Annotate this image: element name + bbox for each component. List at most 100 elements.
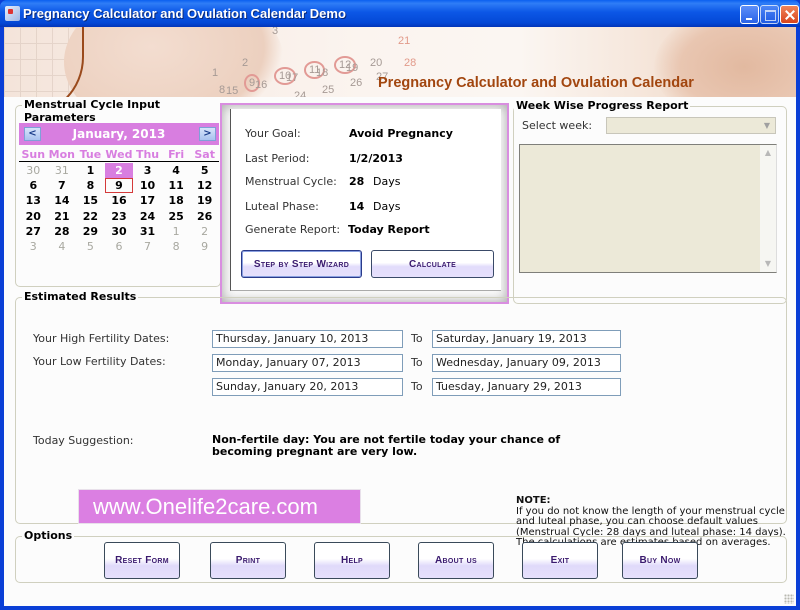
calendar-day[interactable]: 1 bbox=[162, 224, 191, 239]
select-week-dropdown[interactable]: ▼ bbox=[606, 117, 776, 134]
calendar-day[interactable]: 9 bbox=[190, 239, 219, 254]
calendar-day[interactable]: 31 bbox=[133, 224, 162, 239]
banner-number: 8 bbox=[219, 84, 226, 96]
calendar-day[interactable]: 7 bbox=[133, 239, 162, 254]
calendar-day[interactable]: 18 bbox=[162, 193, 191, 208]
cycle-label: Menstrual Cycle: bbox=[245, 175, 337, 188]
calendar-day[interactable]: 23 bbox=[105, 209, 134, 224]
to-label: To bbox=[411, 380, 423, 393]
week-report-textarea[interactable]: ▲ ▼ bbox=[519, 144, 777, 273]
prev-month-icon[interactable]: < bbox=[24, 127, 41, 141]
help-button[interactable]: Help bbox=[314, 542, 390, 579]
cycle-value: 28 bbox=[349, 175, 365, 188]
banner-curve-decor bbox=[14, 27, 84, 97]
print-button[interactable]: Print bbox=[210, 542, 286, 579]
weekday-header: Tue bbox=[79, 148, 102, 161]
week-report-group: Week Wise Progress Report Select week: ▼… bbox=[513, 99, 787, 304]
next-month-icon[interactable]: > bbox=[199, 127, 216, 141]
banner-number: 2 bbox=[242, 57, 249, 69]
banner-number: 19 bbox=[346, 62, 359, 74]
cycle-row: Menstrual Cycle: 28 Days bbox=[245, 175, 400, 188]
weekday-header: Thu bbox=[135, 148, 160, 161]
calendar-day[interactable]: 15 bbox=[76, 193, 105, 208]
calendar-day[interactable]: 21 bbox=[48, 209, 77, 224]
high-fertility-from-field[interactable]: Thursday, January 10, 2013 bbox=[212, 330, 403, 348]
calendar-day[interactable]: 29 bbox=[76, 224, 105, 239]
exit-button[interactable]: Exit bbox=[522, 542, 598, 579]
chevron-down-icon[interactable]: ▼ bbox=[760, 119, 774, 132]
calendar-day[interactable]: 20 bbox=[19, 209, 48, 224]
options-group: Options Reset Form Print Help About us E… bbox=[15, 529, 787, 583]
calendar-day[interactable]: 14 bbox=[48, 193, 77, 208]
low-fertility-from-field-1[interactable]: Monday, January 07, 2013 bbox=[212, 354, 403, 372]
week-report-label: Week Wise Progress Report bbox=[514, 99, 691, 112]
calendar-week-row: 20 21 22 23 24 25 26 bbox=[19, 209, 219, 224]
last-period-row: Last Period: 1/2/2013 bbox=[245, 152, 403, 165]
calendar-day[interactable]: 31 bbox=[48, 163, 77, 178]
calendar-day[interactable]: 11 bbox=[162, 178, 191, 193]
estimated-results-group: Estimated Results Your High Fertility Da… bbox=[15, 290, 787, 548]
scroll-up-icon[interactable]: ▲ bbox=[761, 146, 775, 160]
calendar-day[interactable]: 6 bbox=[105, 239, 134, 254]
calendar-day[interactable]: 12 bbox=[190, 178, 219, 193]
calendar-day[interactable]: 8 bbox=[162, 239, 191, 254]
calendar-day[interactable]: 16 bbox=[105, 193, 134, 208]
calendar-day[interactable]: 3 bbox=[19, 239, 48, 254]
calculate-button[interactable]: Calculate bbox=[371, 250, 494, 278]
low-fertility-from-field-2[interactable]: Sunday, January 20, 2013 bbox=[212, 378, 403, 396]
calendar-day[interactable]: 1 bbox=[76, 163, 105, 178]
calendar-day[interactable]: 5 bbox=[190, 163, 219, 178]
close-button[interactable] bbox=[780, 5, 799, 24]
about-us-button[interactable]: About us bbox=[418, 542, 494, 579]
calendar-day[interactable]: 24 bbox=[133, 209, 162, 224]
calendar-day[interactable]: 10 bbox=[133, 178, 162, 193]
luteal-label: Luteal Phase: bbox=[245, 200, 319, 213]
calendar-day[interactable]: 22 bbox=[76, 209, 105, 224]
resize-grip[interactable] bbox=[784, 594, 794, 604]
week-report-scrollbar[interactable]: ▲ ▼ bbox=[760, 145, 776, 272]
calendar-day-selected[interactable]: 2 bbox=[104, 163, 134, 179]
cycle-unit: Days bbox=[373, 175, 401, 188]
calendar-day[interactable]: 2 bbox=[190, 224, 219, 239]
calendar-day[interactable]: 3 bbox=[133, 163, 162, 178]
calendar-day[interactable]: 5 bbox=[76, 239, 105, 254]
calendar-day[interactable]: 27 bbox=[19, 224, 48, 239]
low-fertility-to-field-1[interactable]: Wednesday, January 09, 2013 bbox=[432, 354, 621, 372]
calendar-day[interactable]: 4 bbox=[48, 239, 77, 254]
calendar-day[interactable]: 30 bbox=[105, 224, 134, 239]
calendar: January, 2013 < > Sun Mon Tue Wed Thu Fri Sat … bbox=[19, 123, 219, 263]
weekday-header: Fri bbox=[168, 148, 185, 161]
maximize-button[interactable] bbox=[760, 5, 779, 24]
website-banner[interactable]: www.Onelife2care.com bbox=[78, 489, 361, 524]
parameters-panel-frame: Your Goal: Avoid Pregnancy Last Period: … bbox=[220, 103, 509, 304]
calendar-day[interactable]: 17 bbox=[133, 193, 162, 208]
calendar-day-today[interactable]: 9 bbox=[104, 178, 134, 194]
calendar-day[interactable]: 7 bbox=[48, 178, 77, 193]
calendar-day[interactable]: 28 bbox=[48, 224, 77, 239]
weekday-header: Wed bbox=[105, 148, 133, 161]
title-bar[interactable]: Pregnancy Calculator and Ovulation Calen… bbox=[0, 0, 800, 27]
calendar-day[interactable]: 4 bbox=[162, 163, 191, 178]
app-icon bbox=[5, 6, 20, 21]
weekday-header: Sat bbox=[194, 148, 215, 161]
calendar-header: January, 2013 < > bbox=[19, 123, 219, 145]
banner-number: 25 bbox=[322, 84, 335, 96]
calendar-day[interactable]: 30 bbox=[19, 163, 48, 178]
calendar-day[interactable]: 8 bbox=[76, 178, 105, 193]
luteal-unit: Days bbox=[373, 200, 401, 213]
calendar-day[interactable]: 25 bbox=[162, 209, 191, 224]
scroll-down-icon[interactable]: ▼ bbox=[761, 257, 775, 271]
buy-now-button[interactable]: Buy Now bbox=[622, 542, 698, 579]
banner-number: 1 bbox=[212, 67, 219, 79]
calendar-day[interactable]: 13 bbox=[19, 193, 48, 208]
minimize-button[interactable] bbox=[740, 5, 759, 24]
low-fertility-to-field-2[interactable]: Tuesday, January 29, 2013 bbox=[432, 378, 621, 396]
calendar-day[interactable]: 6 bbox=[19, 178, 48, 193]
high-fertility-to-field[interactable]: Saturday, January 19, 2013 bbox=[432, 330, 621, 348]
step-by-step-wizard-button[interactable]: Step by Step Wizard bbox=[241, 250, 362, 278]
goal-label: Your Goal: bbox=[245, 127, 301, 140]
banner-number: 24 bbox=[294, 90, 307, 97]
calendar-day[interactable]: 19 bbox=[190, 193, 219, 208]
calendar-day[interactable]: 26 bbox=[190, 209, 219, 224]
reset-form-button[interactable]: Reset Form bbox=[104, 542, 180, 579]
